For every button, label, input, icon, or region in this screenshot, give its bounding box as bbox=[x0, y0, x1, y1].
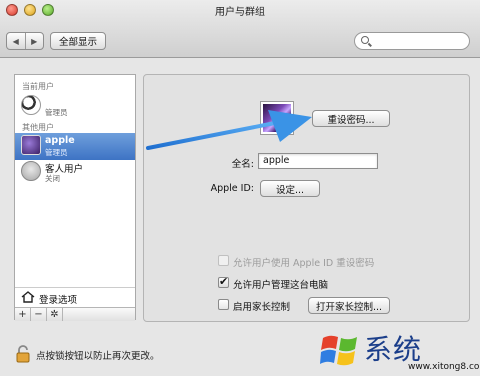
title-bar: 用户与群组 ◀ ▶ 全部显示 bbox=[0, 0, 480, 58]
windows-flag-icon bbox=[320, 335, 357, 366]
user-name: apple bbox=[45, 135, 75, 146]
login-options-label: 登录选项 bbox=[39, 295, 78, 306]
open-parental-controls-button[interactable]: 打开家长控制... bbox=[308, 297, 390, 314]
allow-reset-label: 允许用户使用 Apple ID 重设密码 bbox=[233, 258, 375, 269]
users-groups-window: 用户与群组 ◀ ▶ 全部显示 当前用户 管理员 其他用户 apple 管理员 客… bbox=[0, 0, 480, 376]
show-all-button[interactable]: 全部显示 bbox=[50, 32, 106, 50]
user-list-sidebar: 当前用户 管理员 其他用户 apple 管理员 客人用户 关闭 登录选项 + −… bbox=[14, 74, 136, 321]
gear-icon[interactable]: ✲ bbox=[47, 308, 63, 321]
forward-icon[interactable]: ▶ bbox=[24, 33, 44, 49]
house-icon bbox=[21, 291, 35, 303]
allow-admin-checkbox[interactable] bbox=[218, 275, 229, 288]
list-item-current-user[interactable]: 管理员 bbox=[15, 93, 135, 120]
parental-controls-checkbox[interactable] bbox=[218, 299, 229, 310]
user-role: 关闭 bbox=[45, 174, 60, 183]
add-user-button[interactable]: + bbox=[15, 308, 31, 321]
apple-id-label: Apple ID: bbox=[210, 183, 254, 194]
lock-icon[interactable] bbox=[16, 345, 30, 363]
current-user-header: 当前用户 bbox=[22, 82, 54, 91]
guest-avatar bbox=[21, 161, 41, 181]
login-options-row[interactable]: 登录选项 bbox=[15, 287, 135, 307]
sidebar-toolbar: + − ✲ bbox=[15, 307, 135, 321]
user-role: 管理员 bbox=[45, 148, 68, 157]
allow-admin-label: 允许用户管理这台电脑 bbox=[233, 280, 329, 291]
other-users-header: 其他用户 bbox=[22, 123, 54, 132]
back-icon[interactable]: ◀ bbox=[7, 33, 25, 49]
list-item-guest[interactable]: 客人用户 关闭 bbox=[15, 159, 135, 186]
parental-controls-label: 启用家长控制 bbox=[233, 302, 291, 313]
purple-galaxy-avatar bbox=[21, 135, 41, 155]
watermark-url: www.xitong8.com bbox=[408, 362, 480, 372]
search-icon bbox=[361, 36, 369, 44]
back-forward-control: ◀ ▶ bbox=[6, 32, 44, 50]
allow-reset-checkbox[interactable] bbox=[218, 255, 229, 266]
annotation-arrow bbox=[146, 110, 312, 150]
reset-password-button[interactable]: 重设密码... bbox=[312, 110, 390, 127]
list-item-apple[interactable]: apple 管理员 bbox=[15, 133, 135, 160]
remove-user-button[interactable]: − bbox=[31, 308, 47, 321]
soccer-ball-avatar bbox=[21, 95, 41, 115]
apple-id-setup-button[interactable]: 设定... bbox=[260, 180, 320, 197]
window-title: 用户与群组 bbox=[215, 7, 265, 18]
lock-hint-text: 点按锁按钮以防止再次更改。 bbox=[36, 351, 160, 362]
watermark: 系统 www.xitong8.com bbox=[318, 326, 480, 376]
user-role: 管理员 bbox=[45, 108, 68, 117]
search-input[interactable] bbox=[354, 32, 470, 50]
